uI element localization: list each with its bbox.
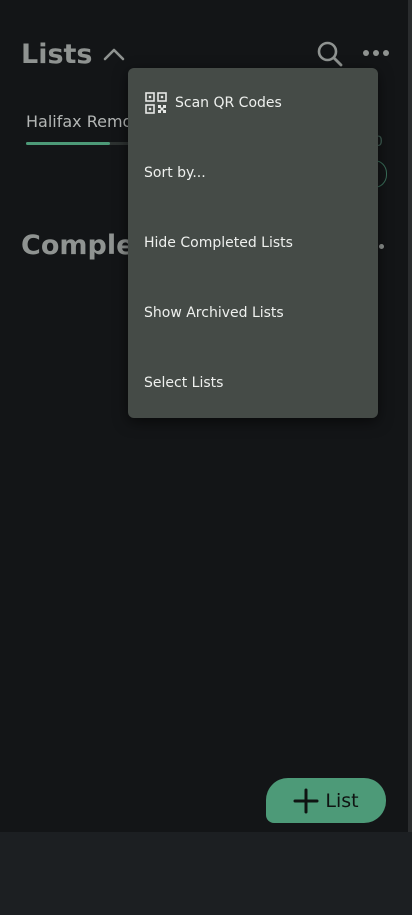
lists-header-toggle[interactable]: Lists — [21, 36, 125, 72]
menu-item-label: Scan QR Codes — [175, 95, 282, 111]
search-button[interactable] — [314, 38, 346, 70]
search-icon — [317, 41, 343, 67]
add-list-button[interactable]: List — [266, 778, 386, 823]
plus-icon — [293, 788, 319, 813]
menu-item-show-archived-lists[interactable]: Show Archived Lists — [128, 278, 378, 348]
list-progress-bar — [26, 142, 136, 145]
menu-item-select-lists[interactable]: Select Lists — [128, 348, 378, 418]
menu-item-label: Show Archived Lists — [144, 305, 284, 321]
menu-item-sort-by[interactable]: Sort by... — [128, 138, 378, 208]
more-horizontal-icon — [363, 50, 389, 56]
chevron-up-icon — [103, 48, 124, 61]
scroll-edge — [408, 0, 412, 832]
overflow-menu: Scan QR Codes Sort by... Hide Completed … — [128, 68, 378, 418]
menu-item-scan-qr-codes[interactable]: Scan QR Codes — [128, 68, 378, 138]
more-options-button[interactable] — [360, 40, 392, 66]
menu-item-label: Sort by... — [144, 165, 206, 181]
qr-code-icon — [145, 92, 167, 114]
menu-item-label: Hide Completed Lists — [144, 235, 293, 251]
dot — [379, 244, 384, 249]
menu-item-hide-completed-lists[interactable]: Hide Completed Lists — [128, 208, 378, 278]
completed-section-title: Complet — [21, 230, 129, 261]
system-navigation-bar — [0, 832, 412, 915]
add-list-label: List — [325, 789, 359, 812]
menu-item-label: Select Lists — [144, 375, 224, 391]
list-progress-fill — [26, 142, 110, 145]
page-title: Lists — [21, 38, 93, 70]
list-card-title[interactable]: Halifax Remo — [26, 112, 136, 131]
